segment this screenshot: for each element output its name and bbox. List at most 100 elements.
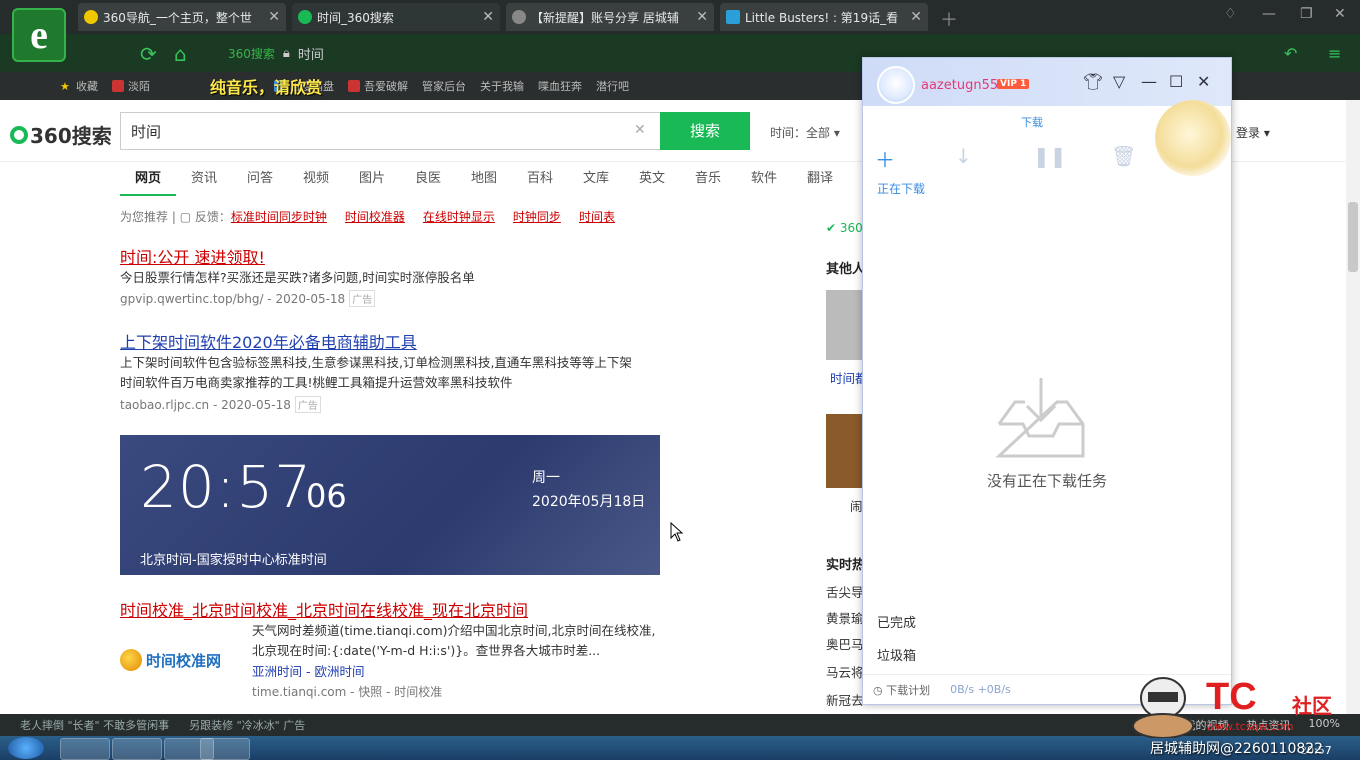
sidebar-thumbnail[interactable] [826,414,866,488]
status-news[interactable]: 老人摔倒 "长者" 不敢多管闲事 [20,717,169,733]
trash-icon[interactable]: 🗑︎ [1111,144,1136,168]
login-link[interactable]: 登录 ▾ [1236,124,1270,141]
tab-forum[interactable]: 【新提醒】账号分享 居城辅 ✕ [506,3,714,31]
scrollbar[interactable] [1346,100,1360,714]
recommend-link[interactable]: 时间表 [579,208,615,225]
tab-baike[interactable]: 百科 [512,162,568,196]
avatar[interactable] [877,66,915,104]
search-button[interactable]: 搜索 [660,112,750,150]
tab-images[interactable]: 图片 [344,162,400,196]
region-links[interactable]: 亚洲时间 - 欧洲时间 [252,661,364,680]
close-icon[interactable]: ✕ [910,9,922,25]
browser-logo-icon[interactable]: e [12,8,66,62]
refresh-icon[interactable]: ⟳ [140,42,157,66]
result-desc: 天气网时差频道(time.tianqi.com)介绍中国北京时间,北京时间在线校… [252,623,656,638]
address-input[interactable]: 360搜索 🔒︎ 时间 [228,40,848,66]
bookmark-item[interactable]: 吾爱破解 [348,78,408,94]
close-window-icon[interactable]: ✕ [1334,6,1346,22]
close-icon[interactable]: ✕ [268,9,280,25]
watermark-author: 居城辅助网@2260110822 [1150,741,1324,757]
clear-icon[interactable]: ✕ [634,122,646,138]
result-title[interactable]: 时间:公开 速进领取! [120,244,265,268]
dm-completed-tab[interactable]: 已完成 [877,612,916,631]
undo-icon[interactable]: ↶ [1284,44,1297,63]
taskbar-app[interactable] [200,738,250,760]
tab-wenku[interactable]: 文库 [568,162,624,196]
taskbar-browser[interactable] [60,738,110,760]
start-button[interactable] [8,737,44,759]
bookmark-item[interactable]: 管家后台 [422,78,466,94]
recommend-link[interactable]: 时间校准器 [345,208,405,225]
tab-translate[interactable]: 翻译 [792,162,848,196]
pause-icon[interactable]: ❚❚ [1033,144,1067,168]
minimize-icon[interactable]: — [1141,72,1157,91]
menu-icon[interactable]: ≡ [1328,44,1341,63]
tab-web[interactable]: 网页 [120,162,176,196]
tab-360nav[interactable]: 360导航_一个主页，整个世 ✕ [78,3,286,31]
dm-plan-button[interactable]: ◷ 下载计划 [873,682,930,698]
maximize-icon[interactable]: ☐ [1169,72,1183,91]
dm-username[interactable]: aazetugn55 [921,78,998,93]
hot-item[interactable]: 舌尖导 [826,582,864,601]
tab-qa[interactable]: 问答 [232,162,288,196]
dropdown-icon[interactable]: ▽ [1113,72,1125,91]
close-icon[interactable]: ✕ [696,9,708,25]
skin-icon[interactable]: ♢ [1224,6,1237,22]
close-icon[interactable]: ✕ [1197,72,1210,91]
hot-item[interactable]: 马云将 [826,662,864,681]
bookmark-item[interactable]: 喋血狂奔 [538,78,582,94]
dm-trash-tab[interactable]: 垃圾箱 [877,645,916,664]
tab-video[interactable]: 视频 [288,162,344,196]
result-title[interactable]: 上下架时间软件2020年必备电商辅助工具 [120,329,417,353]
sidebar-link[interactable]: 闹 [850,496,863,515]
empty-tray-icon [995,378,1085,458]
watermark-logo: TC [1206,676,1257,718]
scrollbar-thumb[interactable] [1348,202,1358,272]
tab-bilibili[interactable]: Little Busters! : 第19话_看 ✕ [720,3,928,31]
bird-mascot-icon [1155,100,1231,176]
search-logo[interactable]: 360搜索 [10,120,112,149]
recommend-link[interactable]: 时钟同步 [513,208,561,225]
lock-icon: 🔒︎ [282,45,290,61]
tab-software[interactable]: 软件 [736,162,792,196]
download-manager: aazetugn55 VIP 1 👕︎ ▽ — ☐ ✕ 下载 ＋ ↓ ❚❚ 🗑︎… [862,57,1232,705]
zoom-level[interactable]: 100% [1309,717,1340,733]
clock-card[interactable]: 20:57 06 周一 2020年05月18日 北京时间-国家授时中心标准时间 [120,435,660,575]
result-title[interactable]: 时间校准_北京时间校准_北京时间在线校准_现在北京时间 [120,597,528,621]
tab-search[interactable]: 时间_360搜索 ✕ [292,3,500,31]
status-news[interactable]: 另跟装修 "冷冰冰" 广告 [189,717,305,733]
bookmark-item[interactable]: 关于我输 [480,78,524,94]
hot-item[interactable]: 奥巴马 [826,634,864,653]
download-icon[interactable]: ↓ [955,144,972,168]
hot-item[interactable]: 黄景瑜 [826,608,864,627]
dm-title: 下载 [1021,116,1043,129]
clock-weekday: 周一 [532,470,560,486]
tab-health[interactable]: 良医 [400,162,456,196]
restore-icon[interactable]: ❐ [1300,6,1313,22]
close-icon[interactable]: ✕ [482,9,494,25]
tab-map[interactable]: 地图 [456,162,512,196]
dm-downloading-tab[interactable]: 正在下载 [877,180,925,197]
hot-item[interactable]: 新冠去 [826,690,864,709]
360-search-icon [298,10,312,24]
tab-music[interactable]: 音乐 [680,162,736,196]
bookmark-item[interactable]: 潜行吧 [596,78,629,94]
bookmark-item[interactable]: ★ 收藏 [60,78,98,94]
recommend-link[interactable]: 在线时钟显示 [423,208,495,225]
search-input[interactable]: 时间 [120,112,660,150]
taskbar-explorer[interactable] [112,738,162,760]
home-icon[interactable]: ⌂ [174,42,187,66]
bookmark-item[interactable]: 淡陌 [112,78,150,94]
add-icon[interactable]: ＋ [875,144,895,173]
tab-english[interactable]: 英文 [624,162,680,196]
recommend-link[interactable]: 标准时间同步时钟 [231,210,327,224]
time-filter-dropdown[interactable]: 时间：全部 ▾ [770,124,840,141]
bookmark-icon [348,80,360,92]
tab-news[interactable]: 资讯 [176,162,232,196]
sidebar-thumbnail[interactable] [826,290,866,360]
bookmark-label: 关于我输 [480,80,524,93]
new-tab-icon[interactable]: ＋ [940,6,958,32]
tv-icon [726,10,740,24]
shirt-icon[interactable]: 👕︎ [1083,72,1103,91]
minimize-icon[interactable]: — [1262,6,1276,22]
